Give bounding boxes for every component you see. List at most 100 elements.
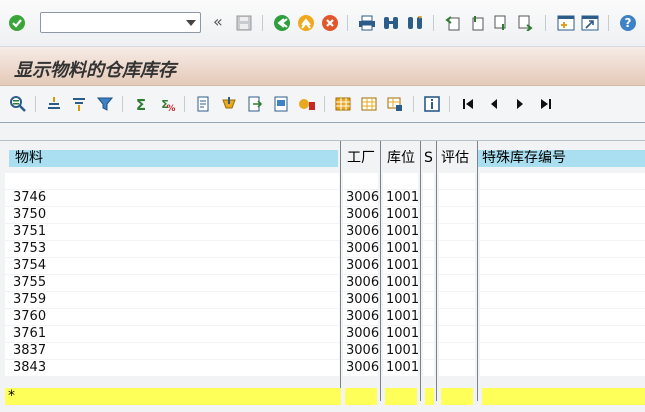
filter-icon[interactable]	[96, 95, 114, 113]
cell-special-stock-number[interactable]	[480, 292, 645, 308]
cell-material[interactable]: 3753	[5, 241, 339, 257]
cell-storage-location[interactable]: 1001	[383, 241, 419, 257]
cancel-icon[interactable]	[320, 13, 340, 33]
column-header-material[interactable]: 物料	[9, 150, 338, 167]
print-icon[interactable]	[357, 13, 377, 33]
save-icon[interactable]	[234, 13, 254, 33]
save-layout-icon[interactable]	[386, 95, 404, 113]
table-row[interactable]: 3750 3006 1001	[0, 207, 645, 224]
cell-special-stock-number[interactable]	[480, 241, 645, 257]
cell-s[interactable]	[423, 190, 434, 206]
cell-s[interactable]	[423, 275, 434, 291]
select-layout-icon[interactable]	[360, 95, 378, 113]
chevron-down-icon[interactable]	[186, 20, 196, 26]
cell-valuation[interactable]	[439, 224, 475, 240]
table-row[interactable]: 3754 3006 1001	[0, 258, 645, 275]
cell-material[interactable]: 3751	[5, 224, 339, 240]
cell-storage-location[interactable]: 1001	[383, 275, 419, 291]
cell-plant[interactable]	[343, 173, 378, 189]
cell-special-stock-number[interactable]	[480, 343, 645, 359]
cell-special-stock-number[interactable]	[480, 207, 645, 223]
subtotal-icon[interactable]: Σ%	[158, 95, 176, 113]
column-header-valuation[interactable]: 评估	[437, 150, 477, 167]
cell-material[interactable]	[5, 173, 339, 189]
export-file-icon[interactable]	[246, 95, 264, 113]
cell-s[interactable]	[423, 207, 434, 223]
cell-material[interactable]: 3750	[5, 207, 339, 223]
sort-descending-icon[interactable]	[70, 95, 88, 113]
first-page-icon[interactable]	[443, 13, 463, 33]
cell-valuation[interactable]	[439, 241, 475, 257]
cell-special-stock-number[interactable]	[480, 224, 645, 240]
first-record-icon[interactable]	[459, 95, 477, 113]
enter-check-icon[interactable]	[7, 13, 27, 33]
cell-valuation[interactable]	[439, 258, 475, 274]
cell-storage-location[interactable]: 1001	[383, 224, 419, 240]
cell-material[interactable]: 3759	[5, 292, 339, 308]
table-row[interactable]: 3746 3006 1001	[0, 190, 645, 207]
cell-valuation[interactable]	[439, 292, 475, 308]
cell-plant[interactable]: 3006	[343, 207, 379, 223]
table-row[interactable]: 3759 3006 1001	[0, 292, 645, 309]
cell-valuation[interactable]	[439, 275, 475, 291]
cell-plant[interactable]: 3006	[343, 360, 379, 376]
cell-plant[interactable]: 3006	[343, 326, 379, 342]
cell-storage-location[interactable]: 1001	[383, 360, 419, 376]
cell-plant[interactable]: 3006	[343, 275, 379, 291]
table-row[interactable]: 3751 3006 1001	[0, 224, 645, 241]
column-header-plant[interactable]: 工厂	[341, 150, 380, 167]
column-header-s[interactable]: S	[421, 150, 436, 167]
print-preview-icon[interactable]	[194, 95, 212, 113]
cell-material[interactable]: 3746	[5, 190, 339, 206]
last-page-icon[interactable]	[515, 13, 535, 33]
total-icon[interactable]: Σ	[132, 95, 150, 113]
table-row[interactable]: 3753 3006 1001	[0, 241, 645, 258]
shortcut-icon[interactable]	[580, 13, 600, 33]
cell-special-stock-number[interactable]	[480, 326, 645, 342]
cell-s[interactable]	[423, 309, 434, 325]
table-row[interactable]: 3837 3006 1001	[0, 343, 645, 360]
table-row[interactable]	[0, 173, 645, 190]
table-row[interactable]: 3755 3006 1001	[0, 275, 645, 292]
cell-special-stock-number[interactable]	[480, 360, 645, 376]
cell-storage-location[interactable]: 1001	[383, 326, 419, 342]
cell-special-stock-number[interactable]	[480, 309, 645, 325]
cell-storage-location[interactable]	[383, 173, 418, 189]
cell-s[interactable]	[423, 224, 434, 240]
last-record-icon[interactable]	[537, 95, 555, 113]
command-field[interactable]	[40, 12, 201, 33]
cell-s[interactable]	[423, 241, 434, 257]
next-page-icon[interactable]	[491, 13, 511, 33]
word-processing-icon[interactable]	[272, 95, 290, 113]
find-icon[interactable]	[381, 13, 401, 33]
cell-valuation[interactable]	[439, 190, 475, 206]
cell-material[interactable]: 3760	[5, 309, 339, 325]
column-header-storage-location[interactable]: 库位	[381, 150, 420, 167]
cell-valuation[interactable]	[439, 343, 475, 359]
details-icon[interactable]	[9, 95, 27, 113]
cell-special-stock-number[interactable]	[480, 275, 645, 291]
previous-record-icon[interactable]	[485, 95, 503, 113]
cell-s[interactable]	[423, 326, 434, 342]
cell-valuation[interactable]	[439, 360, 475, 376]
exit-icon[interactable]	[296, 13, 316, 33]
cell-material[interactable]: 3837	[5, 343, 339, 359]
cell-special-stock-number[interactable]	[480, 173, 645, 189]
cell-storage-location[interactable]: 1001	[383, 190, 419, 206]
cell-valuation[interactable]	[439, 309, 475, 325]
table-row[interactable]: 3760 3006 1001	[0, 309, 645, 326]
create-session-icon[interactable]	[556, 13, 576, 33]
cell-storage-location[interactable]: 1001	[383, 207, 419, 223]
collapse-toolbar-icon[interactable]: «	[213, 12, 223, 31]
cell-plant[interactable]: 3006	[343, 292, 379, 308]
column-header-special-stock-number[interactable]: 特殊库存编号	[478, 150, 645, 167]
cell-valuation[interactable]	[439, 326, 475, 342]
find-next-icon[interactable]	[405, 13, 425, 33]
cell-material[interactable]: 3761	[5, 326, 339, 342]
cell-plant[interactable]: 3006	[343, 224, 379, 240]
cell-s[interactable]	[423, 258, 434, 274]
cell-special-stock-number[interactable]	[480, 190, 645, 206]
export-excel-icon[interactable]	[220, 95, 238, 113]
information-icon[interactable]	[423, 95, 441, 113]
help-icon[interactable]: ?	[618, 13, 638, 33]
